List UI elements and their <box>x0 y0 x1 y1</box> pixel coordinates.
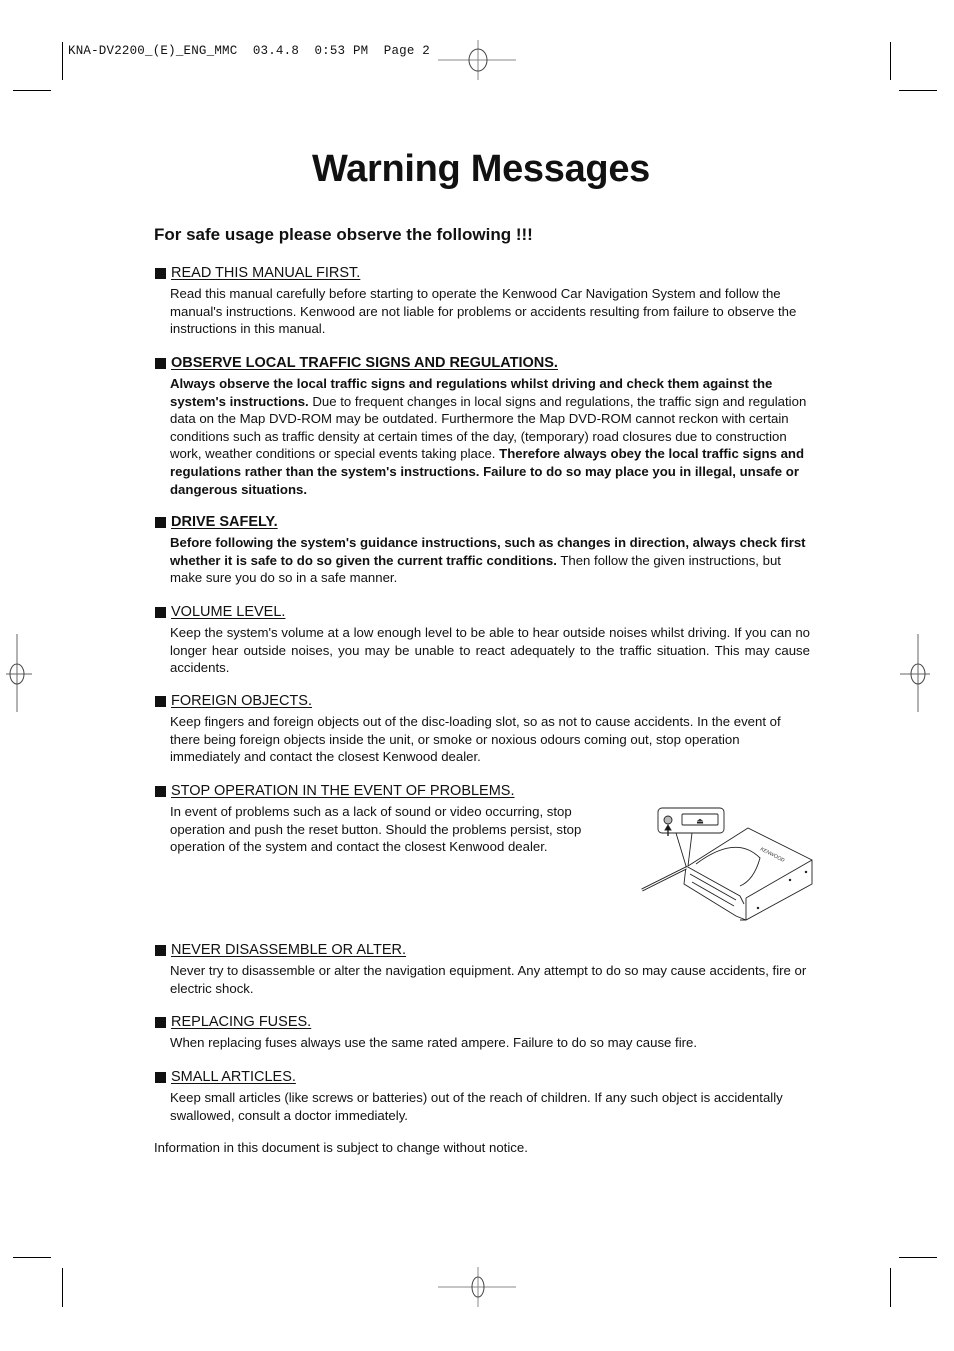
section-body: Keep fingers and foreign objects out of … <box>170 714 781 765</box>
crop-mark <box>890 42 891 80</box>
section-heading: VOLUME LEVEL. <box>171 604 286 620</box>
section-heading: READ THIS MANUAL FIRST. <box>171 265 361 281</box>
section-body: Always observe the local traffic signs a… <box>170 376 807 497</box>
square-bullet-icon <box>155 1071 166 1083</box>
section-volume-level: VOLUME LEVEL. Keep the system's volume a… <box>155 603 810 677</box>
footer-note: Information in this document is subject … <box>154 1140 528 1155</box>
section-body: When replacing fuses always use the same… <box>170 1035 698 1050</box>
brand-mark: KENWOOD <box>759 846 786 864</box>
square-bullet-icon <box>155 516 166 528</box>
section-heading: OBSERVE LOCAL TRAFFIC SIGNS AND REGULATI… <box>171 355 558 371</box>
crop-mark <box>899 90 937 91</box>
section-heading: REPLACING FUSES. <box>171 1014 312 1030</box>
section-body: Keep small articles (like screws or batt… <box>170 1090 783 1123</box>
section-heading: STOP OPERATION IN THE EVENT OF PROBLEMS. <box>171 783 515 799</box>
section-body: Before following the system's guidance i… <box>170 535 806 586</box>
page-subtitle: For safe usage please observe the follow… <box>154 225 533 244</box>
square-bullet-icon <box>155 785 166 797</box>
square-bullet-icon <box>155 606 166 618</box>
square-bullet-icon <box>155 695 166 707</box>
section-read-manual: READ THIS MANUAL FIRST. Read this manual… <box>155 264 810 338</box>
section-heading: DRIVE SAFELY. <box>171 514 278 530</box>
crop-mark <box>13 90 51 91</box>
registration-mark-bottom <box>438 1267 516 1307</box>
section-heading: SMALL ARTICLES. <box>171 1069 296 1085</box>
section-traffic-signs: OBSERVE LOCAL TRAFFIC SIGNS AND REGULATI… <box>155 354 810 498</box>
print-slug: KNA-DV2200_(E)_ENG_MMC 03.4.8 0:53 PM Pa… <box>68 44 430 58</box>
section-heading: FOREIGN OBJECTS. <box>171 693 312 709</box>
page-title: Warning Messages <box>312 148 650 190</box>
reset-button-icon <box>663 815 673 825</box>
section-heading: NEVER DISASSEMBLE OR ALTER. <box>171 942 407 958</box>
registration-mark-left <box>6 634 32 712</box>
section-body: Read this manual carefully before starti… <box>170 286 797 337</box>
section-never-disassemble: NEVER DISASSEMBLE OR ALTER. Never try to… <box>155 941 810 997</box>
section-foreign-objects: FOREIGN OBJECTS. Keep fingers and foreig… <box>155 692 810 766</box>
reset-button-illustration: ⏏ KENWOOD <box>641 807 813 921</box>
registration-mark-right <box>900 634 930 712</box>
section-drive-safely: DRIVE SAFELY. Before following the syste… <box>155 513 810 587</box>
square-bullet-icon <box>155 357 166 369</box>
square-bullet-icon <box>155 1016 166 1028</box>
crop-mark <box>13 1257 51 1258</box>
crop-mark <box>62 1268 63 1307</box>
registration-mark-top <box>438 40 516 80</box>
section-body: Never try to disassemble or alter the na… <box>170 963 807 996</box>
crop-mark <box>62 42 63 80</box>
crop-mark <box>899 1257 937 1258</box>
crop-mark <box>890 1268 891 1307</box>
square-bullet-icon <box>155 944 166 956</box>
section-small-articles: SMALL ARTICLES. Keep small articles (lik… <box>155 1068 810 1124</box>
section-replacing-fuses: REPLACING FUSES. When replacing fuses al… <box>155 1013 810 1052</box>
eject-icon: ⏏ <box>696 817 704 826</box>
section-body: In event of problems such as a lack of s… <box>170 804 582 855</box>
section-body: Keep the system's volume at a low enough… <box>170 625 810 676</box>
square-bullet-icon <box>155 267 166 279</box>
